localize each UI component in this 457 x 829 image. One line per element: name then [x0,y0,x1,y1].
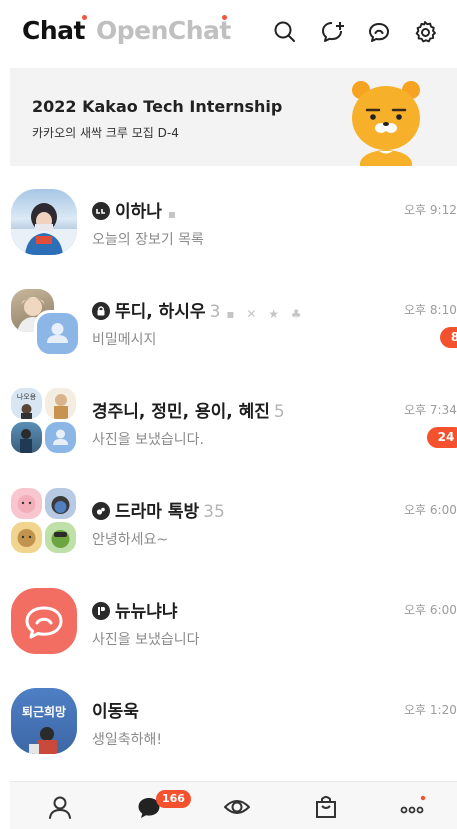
avatar[interactable] [45,388,76,419]
ryan-character-icon [352,81,420,166]
chat-last-message: 생일축하해! [92,732,163,748]
chat-name-text: 이동욱 [92,702,139,722]
avatar-tag: 나오용 [17,392,37,401]
avatar[interactable] [11,488,42,519]
avatar-caption: 퇴근희망 [22,704,66,719]
search-icon[interactable] [272,19,298,45]
lock-icon [92,302,110,320]
more-icon[interactable] [397,792,427,822]
promo-banner[interactable]: 2022 Kakao Tech Internship 카카오의 새싹 크루 모집… [10,68,457,166]
chat-name-text: 드라마 톡방 [115,502,200,522]
tab-chat[interactable]: Chat [22,16,85,45]
chat-last-message: 사진을 보냈습니다. [92,432,204,448]
pin-icon: ▪ [167,207,181,221]
tab-openchat[interactable]: OpenChat [96,16,231,45]
chat-name: 이동욱 [92,697,139,722]
unread-badge: 24 [427,427,457,448]
shopping-icon[interactable] [311,792,341,822]
member-count: 35 [203,502,225,522]
unread-badge: 8 [440,327,457,348]
chat-name-text: 이하나 [115,202,162,222]
chat-name-text: 뉴뉴냐냐 [115,602,178,622]
chat-time: 오후 6:00 [404,603,457,617]
bottom-tab-bar: 166 [10,781,457,829]
new-dot-chat [82,15,87,20]
avatar[interactable] [45,422,76,453]
member-count: 3 [209,302,221,322]
chat-list-item[interactable]: 퇴근희망 이동욱 생일축하해! 오후 1:20 [0,685,457,785]
member-count: 5 [273,402,285,422]
avatar[interactable] [45,488,76,519]
avatar[interactable] [11,522,42,553]
avatar[interactable] [45,522,76,553]
open-chat-bubble-icon [25,606,63,639]
chat-name: 이하나 ▪ [92,197,180,222]
settings-icon[interactable] [412,19,438,45]
banner-title: 2022 Kakao Tech Internship [32,97,283,116]
chat-name-text: 경주니, 정민, 용이, 혜진 [92,402,270,422]
chat-name-text: 뚜디, 하시우 [115,302,206,322]
avatar[interactable] [34,310,81,357]
chat-list-item[interactable]: 뉴뉴냐냐 사진을 보냈습니다 오후 6:00 [0,585,457,685]
chat-name: 뚜디, 하시우 3 ▪ ✕ ★ ♣ [92,297,306,322]
avatar[interactable]: 나오용 [11,388,42,419]
chat-unread-badge: 166 [156,790,191,808]
chat-time: 오후 1:20 [404,703,457,717]
chat-list-item[interactable]: 나오용 경주니, 정민, 용이, 혜진 5 사진을 보냈습니다. 오후 7:34 … [0,385,457,485]
chat-list-item[interactable]: 이하나 ▪ 오늘의 장보기 목록 오후 9:12 [0,185,457,285]
header: Chat OpenChat [0,0,457,66]
avatar[interactable] [11,189,77,255]
chat-name: 경주니, 정민, 용이, 혜진 5 [92,397,285,422]
business-badge-icon [92,602,110,620]
view-icon[interactable] [222,792,252,822]
chat-last-message: 사진을 보냈습니다 [92,632,200,648]
new-dot-openchat [222,15,227,20]
chat-last-message: 비밀메시지 [92,332,157,348]
chat-last-message: 오늘의 장보기 목록 [92,232,204,248]
new-chat-icon[interactable] [320,19,346,45]
status-icons: ▪ ✕ ★ ♣ [226,307,306,321]
chat-last-message: 안녕하세요~ [92,532,169,548]
avatar[interactable] [11,422,42,453]
chat-time: 오후 8:10 [404,303,457,317]
open-chat-icon[interactable] [366,19,392,45]
chat-time: 오후 6:00 [404,503,457,517]
chat-time: 오후 7:34 [404,403,457,417]
chat-bubble-icon [92,202,110,220]
chat-name: 드라마 톡방 35 [92,497,225,522]
friends-icon[interactable] [45,792,75,822]
chat-list-item[interactable]: 뚜디, 하시우 3 ▪ ✕ ★ ♣ 비밀메시지 오후 8:10 8 [0,285,457,385]
chat-name: 뉴뉴냐냐 [92,597,178,622]
avatar[interactable]: 퇴근희망 [11,688,77,754]
open-chat-badge-icon [92,502,110,520]
banner-subtitle: 카카오의 새싹 크루 모집 D-4 [32,126,179,140]
avatar[interactable] [11,588,77,654]
chat-time: 오후 9:12 [404,203,457,217]
chat-list-item[interactable]: 드라마 톡방 35 안녕하세요~ 오후 6:00 [0,485,457,585]
